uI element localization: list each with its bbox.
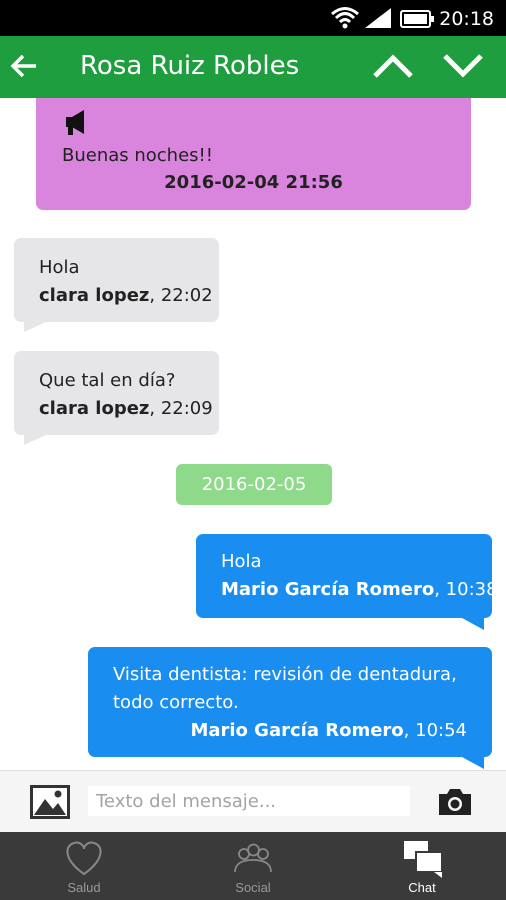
message-meta: Mario García Romero, 10:54 [190, 717, 467, 745]
bubble-tail [462, 757, 484, 769]
chevron-down-icon[interactable] [442, 50, 484, 82]
message-text: Hola [221, 551, 262, 572]
message-meta: Mario García Romero, 10:38 [221, 576, 498, 604]
tab-salud[interactable]: Salud [0, 832, 168, 900]
bubble-tail [24, 322, 46, 332]
message-author: Mario García Romero [221, 579, 435, 600]
tab-label: Social [235, 880, 271, 895]
notice-text: Buenas noches!! [62, 145, 213, 166]
message-time: , 10:54 [403, 720, 467, 741]
message-line: Visita dentista: revisión de dentadura, [113, 664, 457, 685]
incoming-message: Hola clara lopez, 22:02 [14, 238, 219, 322]
message-author: clara lopez [39, 398, 150, 419]
chat-bubbles-icon [404, 841, 443, 878]
message-time: , 22:02 [149, 285, 213, 306]
message-composer [0, 770, 506, 833]
bubble-tail [462, 618, 484, 630]
bottom-tab-bar: Salud Social Chat [0, 832, 506, 900]
heart-icon [66, 841, 102, 876]
message-meta: clara lopez, 22:09 [39, 395, 213, 423]
app-header: Rosa Ruiz Robles [0, 36, 506, 98]
megaphone-icon [66, 110, 84, 135]
signal-icon [365, 8, 391, 28]
message-meta: clara lopez, 22:02 [39, 282, 213, 310]
chat-messages[interactable]: Buenas noches!! 2016-02-04 21:56 Hola cl… [0, 98, 506, 770]
message-line: todo correcto. [113, 692, 239, 713]
status-bar: 20:18 [0, 0, 506, 36]
message-input[interactable] [88, 786, 410, 816]
tab-social[interactable]: Social [169, 832, 337, 900]
back-arrow-icon[interactable] [10, 52, 38, 80]
people-icon [234, 843, 272, 873]
date-separator: 2016-02-05 [176, 464, 332, 505]
tab-label: Chat [408, 880, 436, 895]
outgoing-message: Visita dentista: revisión de dentadura, … [88, 647, 492, 757]
notice-message: Buenas noches!! 2016-02-04 21:56 [36, 98, 471, 210]
notice-date: 2016-02-04 21:56 [164, 172, 343, 193]
chat-title: Rosa Ruiz Robles [80, 51, 300, 81]
message-author: clara lopez [39, 285, 150, 306]
battery-icon [400, 10, 434, 28]
chevron-up-icon[interactable] [372, 50, 414, 82]
message-text: Que tal en día? [39, 370, 176, 391]
image-gallery-icon[interactable] [30, 785, 70, 819]
camera-icon[interactable] [436, 787, 474, 817]
message-text: Visita dentista: revisión de dentadura, … [113, 661, 457, 717]
message-time: , 10:38 [434, 579, 498, 600]
outgoing-message: Hola Mario García Romero, 10:38 [196, 534, 498, 618]
message-author: Mario García Romero [190, 720, 404, 741]
message-time: , 22:09 [149, 398, 213, 419]
status-time: 20:18 [439, 8, 494, 30]
wifi-icon [331, 7, 359, 29]
tab-label: Salud [67, 880, 101, 895]
message-text: Hola [39, 257, 80, 278]
bubble-tail [24, 435, 46, 445]
incoming-message: Que tal en día? clara lopez, 22:09 [14, 351, 219, 435]
tab-chat[interactable]: Chat [338, 832, 506, 900]
